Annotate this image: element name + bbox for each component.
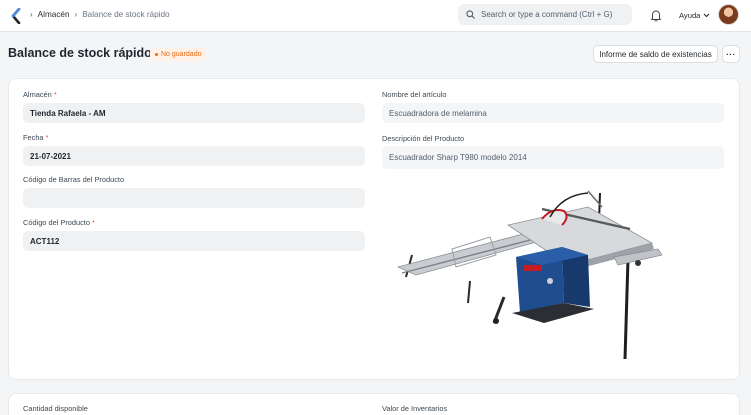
search-input[interactable]: Search or type a command (Ctrl + G): [458, 4, 632, 25]
available-qty-label: Cantidad disponible: [23, 404, 88, 413]
item-name-label: Nombre del artículo: [382, 90, 447, 99]
navbar: › Almacén › Balance de stock rápido Sear…: [0, 0, 751, 32]
status-dot: [155, 53, 158, 56]
description-label: Descripción del Producto: [382, 134, 465, 143]
stock-balance-report-button[interactable]: Informe de saldo de existencias: [593, 45, 718, 63]
avatar[interactable]: [718, 4, 739, 25]
stock-values-card: [8, 393, 740, 415]
status-badge: No guardado: [150, 48, 207, 61]
item-code-label: Código del Producto *: [23, 218, 95, 227]
item-name-field: Escuadradora de melamina: [382, 103, 724, 123]
bell-icon[interactable]: [650, 9, 662, 22]
barcode-field[interactable]: [23, 188, 365, 208]
chevron-right-icon: ›: [30, 10, 33, 19]
breadcrumb-current[interactable]: Balance de stock rápido: [82, 10, 169, 19]
chevron-down-icon: [704, 13, 710, 18]
more-actions-button[interactable]: ···: [722, 45, 740, 63]
stock-value-label: Valor de Inventarios: [382, 404, 448, 413]
warehouse-field[interactable]: Tienda Rafaela - AM: [23, 103, 365, 123]
description-field: Escuadrador Sharp T980 modelo 2014: [382, 146, 724, 169]
app-logo-icon[interactable]: [9, 8, 23, 24]
product-image: [396, 190, 663, 360]
status-text: No guardado: [161, 51, 202, 58]
warehouse-label: Almacén *: [23, 90, 57, 99]
search-placeholder: Search or type a command (Ctrl + G): [481, 10, 613, 19]
help-label: Ayuda: [679, 11, 701, 20]
date-field[interactable]: 21-07-2021: [23, 146, 365, 166]
page-title: Balance de stock rápido: [8, 46, 152, 60]
search-icon: [466, 10, 475, 19]
barcode-label: Código de Barras del Producto: [23, 175, 125, 184]
chevron-right-icon: ›: [74, 10, 78, 19]
item-code-field[interactable]: ACT112: [23, 231, 365, 251]
date-label: Fecha *: [23, 133, 49, 142]
breadcrumb-warehouse[interactable]: Almacén: [38, 10, 70, 19]
help-dropdown[interactable]: Ayuda: [679, 11, 710, 20]
breadcrumb: › Almacén › Balance de stock rápido: [30, 10, 170, 19]
